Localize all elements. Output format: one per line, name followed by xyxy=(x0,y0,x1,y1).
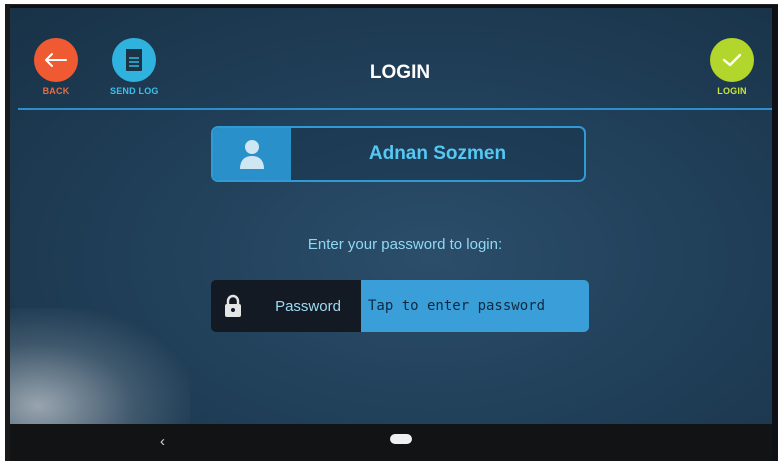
nav-back-icon[interactable]: ‹ xyxy=(160,433,165,450)
user-selector[interactable]: Adnan Sozmen xyxy=(211,126,586,182)
lock-icon xyxy=(225,294,241,317)
checkmark-icon xyxy=(722,53,742,67)
back-button[interactable]: BACK xyxy=(34,38,78,96)
user-icon-cell xyxy=(213,128,291,180)
send-log-label: SEND LOG xyxy=(110,86,159,96)
lock-icon-cell xyxy=(211,280,255,332)
header-divider xyxy=(18,108,772,110)
page-title: LOGIN xyxy=(369,62,431,83)
login-circle xyxy=(710,38,754,82)
android-nav-bar: ‹ xyxy=(10,424,772,461)
tablet-screen: BACK SEND LOG LOGIN LOGIN Adnan Sozmen E… xyxy=(10,8,772,424)
back-label: BACK xyxy=(42,86,70,96)
login-label: LOGIN xyxy=(717,86,747,96)
notepad-icon xyxy=(126,49,143,71)
arrow-left-icon xyxy=(45,53,67,67)
password-input[interactable] xyxy=(361,280,589,332)
top-toolbar: BACK SEND LOG LOGIN LOGIN xyxy=(10,8,772,108)
user-name: Adnan Sozmen xyxy=(368,143,507,164)
login-button[interactable]: LOGIN xyxy=(710,38,754,96)
send-log-circle xyxy=(112,38,157,82)
back-circle xyxy=(34,38,78,82)
screen-glare xyxy=(10,308,190,424)
user-icon xyxy=(240,140,264,169)
password-prompt: Enter your password to login: xyxy=(307,236,503,253)
password-label: Password xyxy=(255,280,361,332)
send-log-button[interactable]: SEND LOG xyxy=(110,38,159,96)
password-field[interactable]: Password xyxy=(211,280,589,332)
nav-home-icon[interactable] xyxy=(390,434,412,444)
